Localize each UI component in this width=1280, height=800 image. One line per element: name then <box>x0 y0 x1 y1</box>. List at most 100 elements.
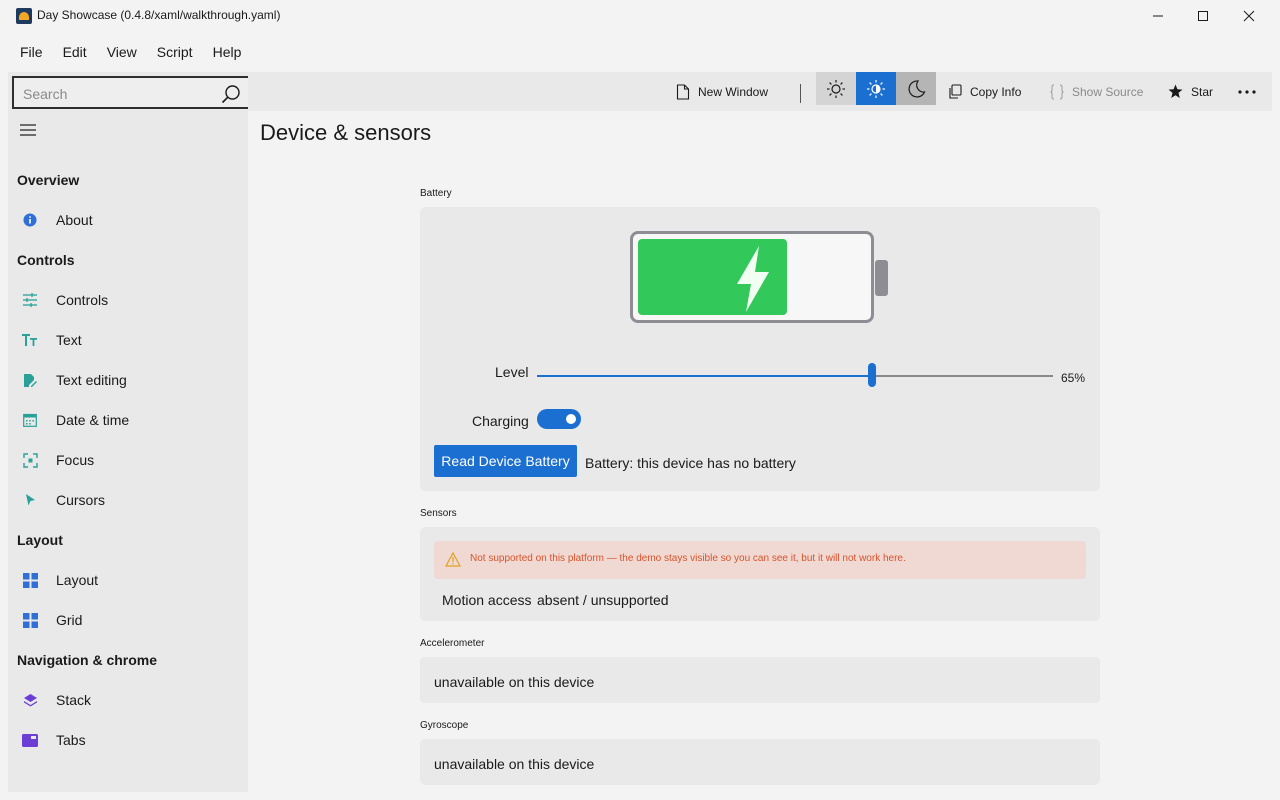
search-icon[interactable] <box>221 84 241 104</box>
menu-edit[interactable]: Edit <box>53 38 97 66</box>
page-title: Device & sensors <box>260 120 432 145</box>
more-icon <box>1238 89 1256 94</box>
toolbar: New Window Copy Info Show Source Star <box>248 72 1272 111</box>
sidebar-item-focus[interactable]: Focus <box>8 442 248 478</box>
lightning-bolt-icon <box>737 246 769 312</box>
toolbar-divider <box>800 84 801 103</box>
sidebar-item-label: Stack <box>56 692 92 708</box>
gyroscope-value: unavailable on this device <box>434 756 595 772</box>
sidebar-item-date-time[interactable]: Date & time <box>8 402 248 438</box>
sidebar-item-label: About <box>56 212 93 228</box>
sidebar-item-cursors[interactable]: Cursors <box>8 482 248 518</box>
star-label: Star <box>1191 84 1214 99</box>
edit-icon <box>22 372 38 388</box>
grid-icon <box>22 612 38 628</box>
sensors-section-label: Sensors <box>420 508 457 519</box>
unsupported-warning: Not supported on this platform — the dem… <box>434 541 1086 579</box>
search-input[interactable]: Search <box>23 86 67 102</box>
toggle-knob <box>566 414 576 424</box>
accelerometer-card: unavailable on this device <box>420 657 1100 703</box>
calendar-icon <box>22 412 38 428</box>
maximize-button[interactable] <box>1180 0 1226 32</box>
sidebar-item-tabs[interactable]: Tabs <box>8 722 248 758</box>
level-slider-thumb[interactable] <box>868 363 877 387</box>
sidebar-item-controls[interactable]: Controls <box>8 282 248 318</box>
sun-icon <box>827 79 845 98</box>
cursor-icon <box>22 492 38 508</box>
tabs-icon <box>22 732 38 748</box>
app-logo-icon <box>16 8 32 24</box>
new-window-button[interactable]: New Window <box>676 72 768 111</box>
menu-bar: File Edit View Script Help <box>0 38 251 66</box>
show-source-label: Show Source <box>1072 84 1144 99</box>
level-slider-fill <box>537 375 873 377</box>
charging-toggle[interactable] <box>537 409 581 429</box>
charging-label: Charging <box>472 413 529 429</box>
read-device-battery-button[interactable]: Read Device Battery <box>434 445 577 477</box>
moon-icon <box>908 79 926 98</box>
sidebar-item-label: Grid <box>56 612 83 628</box>
gyroscope-section-label: Gyroscope <box>420 720 469 731</box>
more-button[interactable] <box>1238 72 1264 111</box>
sidebar-item-layout[interactable]: Layout <box>8 562 248 598</box>
level-label: Level <box>495 364 529 380</box>
level-slider[interactable] <box>537 363 1053 387</box>
sidebar-item-label: Text editing <box>56 372 127 388</box>
contrast-icon <box>867 79 885 98</box>
sidebar-item-label: Text <box>56 332 82 348</box>
light-theme-button[interactable] <box>816 72 856 105</box>
sensors-card: Not supported on this platform — the dem… <box>420 527 1100 621</box>
info-icon <box>22 212 38 228</box>
stack-icon <box>22 692 38 708</box>
sidebar-item-about[interactable]: About <box>8 202 248 238</box>
auto-theme-button[interactable] <box>856 72 896 105</box>
sidebar-item-text-editing[interactable]: Text editing <box>8 362 248 398</box>
menu-script[interactable]: Script <box>147 38 203 66</box>
battery-graphic <box>630 231 874 323</box>
copy-info-button[interactable]: Copy Info <box>948 72 1021 111</box>
battery-card: Level 65% Charging Read Device Battery B… <box>420 207 1100 491</box>
star-icon <box>1168 84 1183 98</box>
new-window-label: New Window <box>698 84 769 99</box>
section-overview: Overview <box>17 172 80 188</box>
battery-section-label: Battery <box>420 188 452 199</box>
hamburger-icon[interactable] <box>19 122 37 138</box>
document-icon <box>676 83 690 100</box>
section-navigation-chrome: Navigation & chrome <box>17 652 158 668</box>
dark-theme-button[interactable] <box>896 72 936 105</box>
braces-icon <box>1050 84 1064 99</box>
copy-info-label: Copy Info <box>970 84 1022 99</box>
menu-help[interactable]: Help <box>203 38 252 66</box>
section-controls: Controls <box>17 252 75 268</box>
sidebar-item-label: Controls <box>56 292 109 308</box>
maximize-icon <box>1198 11 1208 21</box>
sidebar-item-grid[interactable]: Grid <box>8 602 248 638</box>
show-source-button[interactable]: Show Source <box>1050 72 1143 111</box>
battery-fill <box>638 239 787 315</box>
sidebar-item-stack[interactable]: Stack <box>8 682 248 718</box>
menu-view[interactable]: View <box>97 38 147 66</box>
motion-access-value: absent / unsupported <box>537 592 669 608</box>
sidebar-item-label: Cursors <box>56 492 106 508</box>
star-button[interactable]: Star <box>1168 72 1213 111</box>
close-button[interactable] <box>1226 0 1272 32</box>
sidebar-item-label: Layout <box>56 572 99 588</box>
sidebar-item-text[interactable]: Text <box>8 322 248 358</box>
sliders-icon <box>22 292 38 308</box>
focus-icon <box>22 452 38 468</box>
menu-file[interactable]: File <box>10 38 53 66</box>
battery-status: Battery: this device has no battery <box>585 455 796 471</box>
sidebar-item-label: Tabs <box>56 732 86 748</box>
warning-icon <box>445 552 461 567</box>
title-bar: Day Showcase (0.4.8/xaml/walkthrough.yam… <box>0 0 1280 32</box>
window-title: Day Showcase (0.4.8/xaml/walkthrough.yam… <box>37 8 281 22</box>
motion-access-label: Motion access <box>442 592 532 608</box>
sidebar-item-label: Focus <box>56 452 95 468</box>
level-value: 65% <box>1061 371 1086 385</box>
sidebar-item-label: Date & time <box>56 412 130 428</box>
minimize-button[interactable] <box>1135 0 1181 32</box>
gyroscope-card: unavailable on this device <box>420 739 1100 785</box>
search-box[interactable]: Search <box>12 76 251 109</box>
section-layout: Layout <box>17 532 63 548</box>
warning-text: Not supported on this platform — the dem… <box>470 553 906 564</box>
